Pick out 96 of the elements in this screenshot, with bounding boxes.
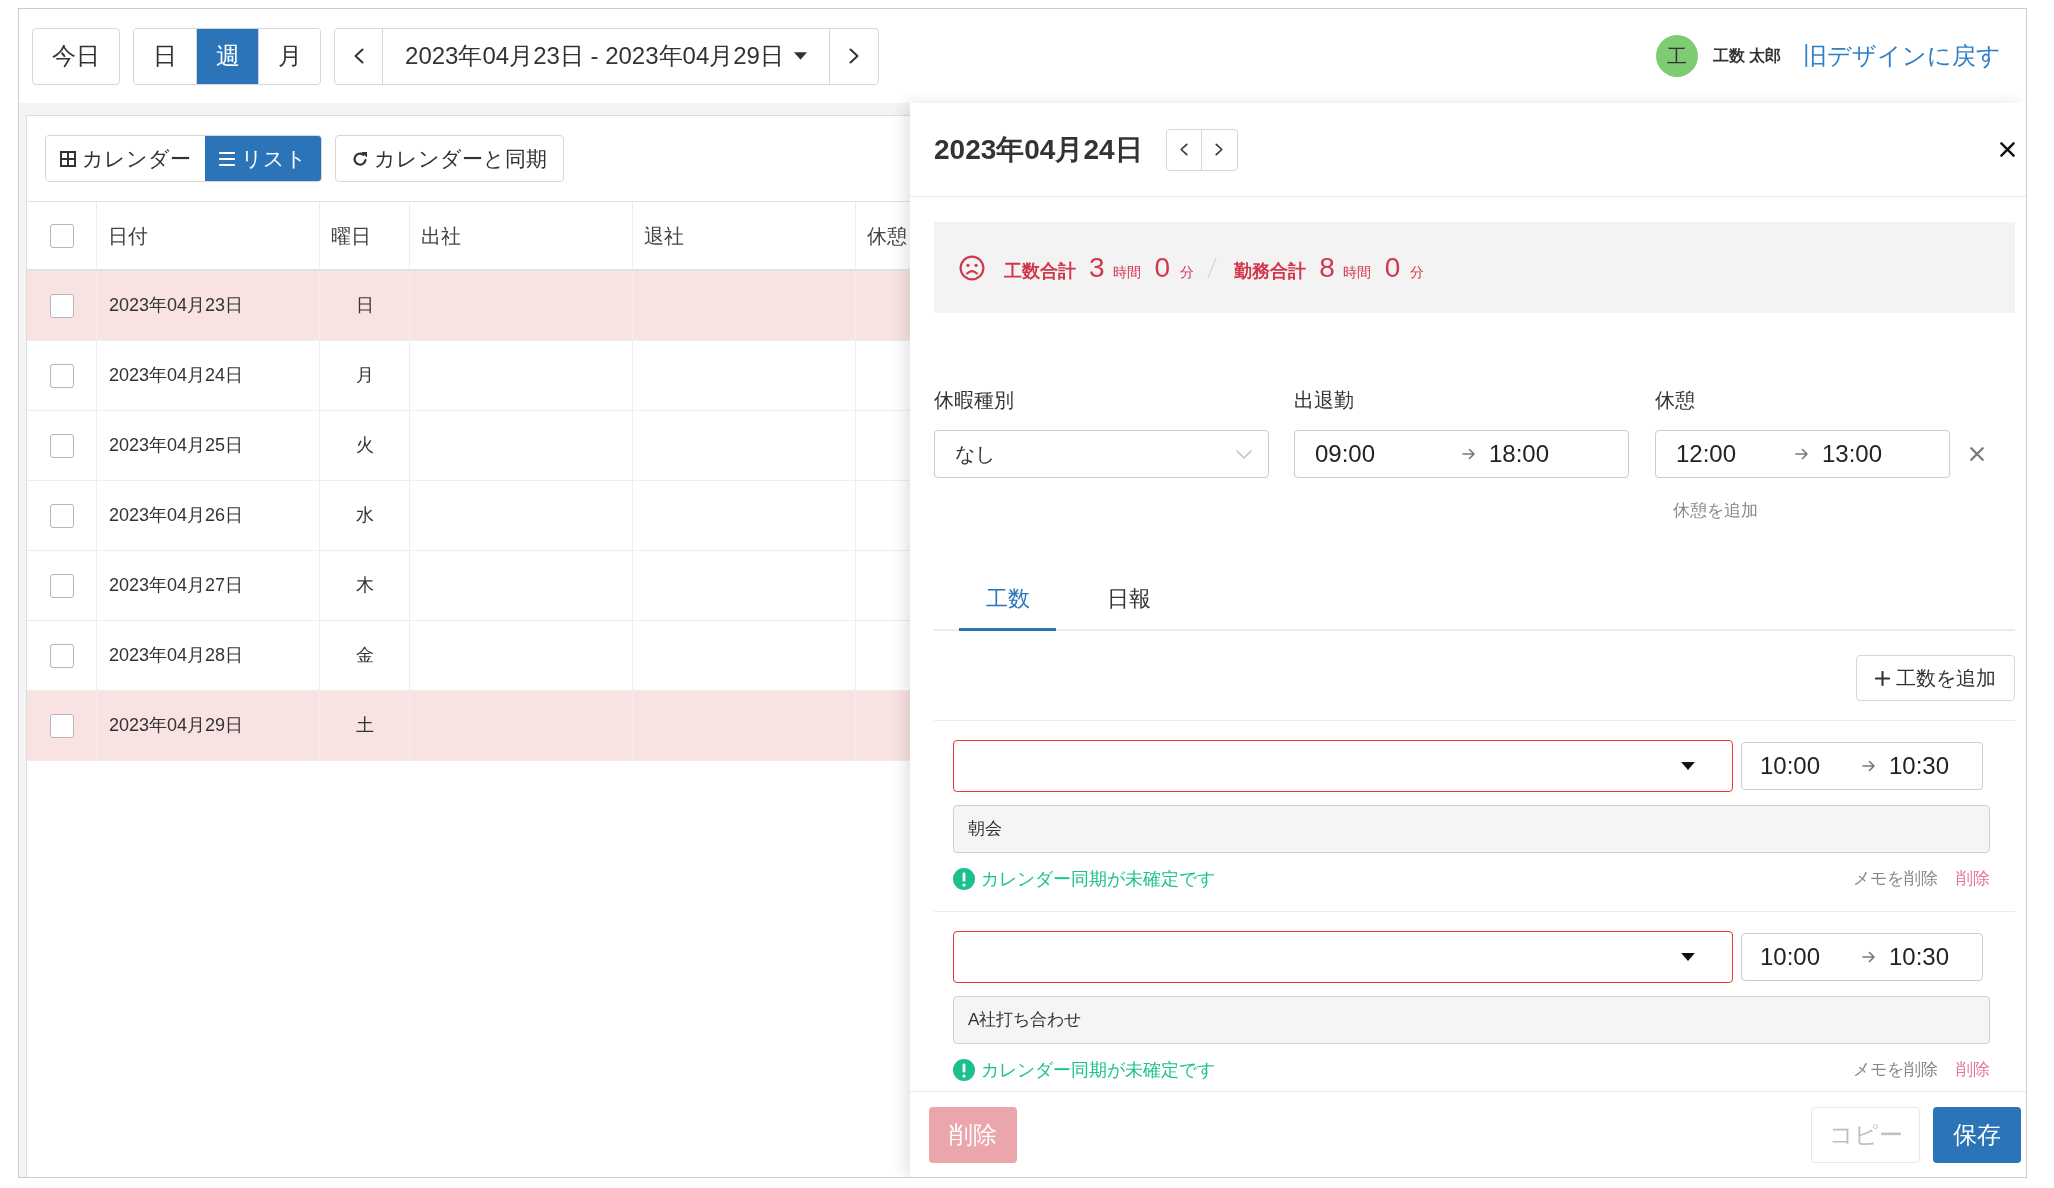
chevron-down-icon [1236,449,1252,459]
task-select[interactable] [953,740,1733,792]
row-checkbox[interactable] [49,643,74,668]
column-header: 出社 [410,202,633,269]
entry-time-field[interactable]: 10:00 10:30 [1741,742,1983,790]
view-mode-tab[interactable]: 月 [258,28,320,84]
hours-unit: 時間 [1112,262,1141,282]
entry-time-field[interactable]: 10:00 10:30 [1741,933,1983,981]
memo-field[interactable]: A社打ち合わせ [953,996,1990,1044]
hours-value: 3 [1089,250,1105,285]
caret-down-icon [1681,762,1695,770]
user-name: 工数 太郎 [1712,46,1781,66]
field-label: 出退勤 [1294,388,1354,413]
date-cell: 2023年04月29日 [97,691,320,760]
table-row[interactable]: 2023年04月23日 日 [27,271,910,341]
weekday-cell: 火 [320,411,410,480]
column-header: 休憩 [866,223,908,249]
close-icon[interactable] [2000,142,2015,157]
weekday-cell: 金 [320,621,410,690]
caret-down-icon [793,52,807,60]
list-icon [219,150,235,167]
row-checkbox[interactable] [49,503,74,528]
chevron-left-icon [1179,143,1188,156]
sync-warning-text: カレンダー同期が未確定です [981,867,1215,891]
row-checkbox[interactable] [49,363,74,388]
sad-face-icon [959,254,985,281]
table-row[interactable]: 2023年04月26日 水 [27,481,910,551]
delete-memo-link[interactable]: メモを削除 [1853,866,1938,892]
break-time-field[interactable]: 12:00 13:00 [1655,430,1950,478]
weekday-cell: 土 [320,691,410,760]
weekday-cell: 月 [320,341,410,410]
panel-tab[interactable]: 日報 [1080,584,1177,631]
weekday-cell: 水 [320,481,410,550]
task-select[interactable] [953,931,1733,983]
sync-calendar-button[interactable]: カレンダーと同期 [335,135,564,182]
panel-tab[interactable]: 工数 [959,584,1056,631]
date-cell: 2023年04月25日 [97,411,320,480]
remove-break-icon[interactable] [1970,447,1984,461]
field-label: 休憩 [1655,388,1695,413]
total-label: 工数合計 [1004,259,1076,283]
weekday-cell: 日 [320,271,410,340]
add-break-link[interactable]: 休憩を追加 [1673,500,1758,522]
table-row[interactable]: 2023年04月24日 月 [27,341,910,411]
minutes-value: 0 [1154,250,1171,285]
refresh-icon [352,150,368,167]
table-row[interactable]: 2023年04月29日 土 [27,691,910,761]
arrow-right-icon [1795,448,1808,460]
row-checkbox[interactable] [49,573,74,598]
chevron-right-icon [1215,143,1224,156]
arrow-right-icon [1862,951,1875,963]
date-cell: 2023年04月27日 [97,551,320,620]
caret-down-icon [1681,953,1695,961]
plus-icon [1875,670,1890,686]
delete-memo-link[interactable]: メモを削除 [1853,1057,1938,1083]
minutes-value: 0 [1384,250,1401,285]
field-label: 休暇種別 [934,388,1014,413]
add-entry-button[interactable]: 工数を追加 [1856,655,2015,701]
arrow-right-icon [1862,760,1875,772]
leave-type-select[interactable]: なし [934,430,1269,478]
minutes-unit: 分 [1180,262,1195,282]
view-mode-tab[interactable]: 週 [196,28,258,84]
attendance-time-field[interactable]: 09:00 18:00 [1294,430,1629,478]
date-cell: 2023年04月23日 [97,271,320,340]
memo-field[interactable]: 朝会 [953,805,1990,853]
select-all-checkbox[interactable] [49,223,74,248]
slash-separator [1207,254,1218,281]
view-toggle-tab[interactable]: リスト [205,136,321,181]
row-checkbox[interactable] [49,713,74,738]
total-label: 勤務合計 [1234,259,1307,283]
column-header: 曜日 [320,202,410,269]
grid-icon [60,150,76,167]
date-cell: 2023年04月24日 [97,341,320,410]
exclamation-circle-icon [953,868,975,890]
old-design-link[interactable]: 旧デザインに戻す [1803,38,2001,74]
hours-value: 8 [1319,250,1335,285]
user-avatar[interactable]: 工 [1655,35,1698,77]
panel-date-title: 2023年04月24日 [934,132,1143,167]
chevron-right-icon [849,48,859,64]
today-button[interactable]: 今日 [32,27,120,85]
date-cell: 2023年04月26日 [97,481,320,550]
weekday-cell: 木 [320,551,410,620]
table-row[interactable]: 2023年04月25日 火 [27,411,910,481]
column-header: 日付 [97,202,320,269]
table-row[interactable]: 2023年04月27日 木 [27,551,910,621]
column-header: 退社 [633,202,856,269]
row-checkbox[interactable] [49,433,74,458]
save-button[interactable]: 保存 [1933,1106,2021,1163]
minutes-unit: 分 [1410,262,1425,282]
table-row[interactable]: 2023年04月28日 金 [27,621,910,691]
sync-warning-text: カレンダー同期が未確定です [981,1058,1215,1082]
hours-unit: 時間 [1342,262,1371,282]
chevron-left-icon [353,48,364,64]
exclamation-circle-icon [953,1059,975,1081]
arrow-right-icon [1462,448,1475,460]
row-checkbox[interactable] [49,293,74,318]
date-cell: 2023年04月28日 [97,621,320,690]
